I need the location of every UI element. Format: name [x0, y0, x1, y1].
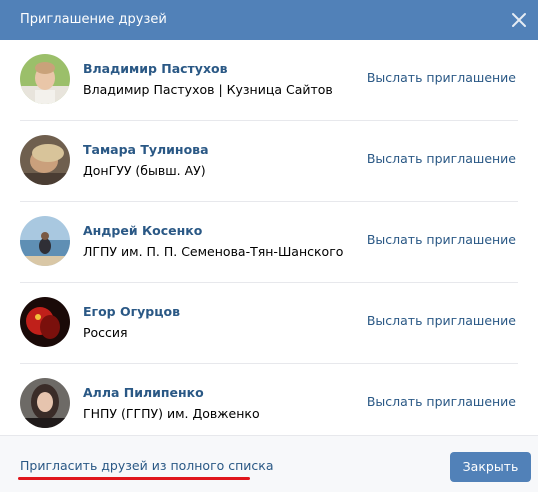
- friend-name[interactable]: Владимир Пастухов: [83, 61, 228, 77]
- dialog-header: Приглашение друзей: [0, 0, 538, 40]
- send-invite-link[interactable]: Выслать приглашение: [367, 232, 516, 248]
- invite-friends-dialog: Приглашение друзей Владимир Пастухов Вла…: [0, 0, 538, 492]
- friend-name[interactable]: Андрей Косенко: [83, 223, 202, 239]
- friend-description: ЛГПУ им. П. П. Семенова-Тян-Шанского: [83, 244, 344, 259]
- close-button[interactable]: Закрыть: [450, 452, 531, 482]
- friend-description: Владимир Пастухов | Кузница Сайтов: [83, 82, 333, 97]
- friends-list: Владимир Пастухов Владимир Пастухов | Ку…: [0, 40, 538, 435]
- friend-description: Россия: [83, 325, 128, 340]
- close-icon[interactable]: [508, 9, 530, 31]
- list-item: Тамара Тулинова ДонГУУ (бывш. АУ) Выслат…: [20, 121, 518, 202]
- avatar[interactable]: [20, 135, 70, 185]
- send-invite-link[interactable]: Выслать приглашение: [367, 151, 516, 167]
- send-invite-link[interactable]: Выслать приглашение: [367, 313, 516, 329]
- avatar[interactable]: [20, 297, 70, 347]
- dialog-footer: Пригласить друзей из полного списка Закр…: [0, 435, 538, 492]
- friend-description: ДонГУУ (бывш. АУ): [83, 163, 206, 178]
- send-invite-link[interactable]: Выслать приглашение: [367, 394, 516, 410]
- friend-name[interactable]: Тамара Тулинова: [83, 142, 209, 158]
- list-item: Егор Огурцов Россия Выслать приглашение: [20, 283, 518, 364]
- list-item: Владимир Пастухов Владимир Пастухов | Ку…: [20, 40, 518, 121]
- friend-name[interactable]: Егор Огурцов: [83, 304, 180, 320]
- friend-description: ГНПУ (ГГПУ) им. Довженко: [83, 406, 260, 421]
- list-item: Алла Пилипенко ГНПУ (ГГПУ) им. Довженко …: [20, 364, 518, 435]
- highlight-underline: [18, 477, 250, 480]
- friend-name[interactable]: Алла Пилипенко: [83, 385, 204, 401]
- avatar[interactable]: [20, 378, 70, 428]
- invite-from-full-list-link[interactable]: Пригласить друзей из полного списка: [20, 458, 274, 474]
- list-item: Андрей Косенко ЛГПУ им. П. П. Семенова-Т…: [20, 202, 518, 283]
- avatar[interactable]: [20, 54, 70, 104]
- avatar[interactable]: [20, 216, 70, 266]
- send-invite-link[interactable]: Выслать приглашение: [367, 70, 516, 86]
- dialog-title: Приглашение друзей: [20, 12, 167, 27]
